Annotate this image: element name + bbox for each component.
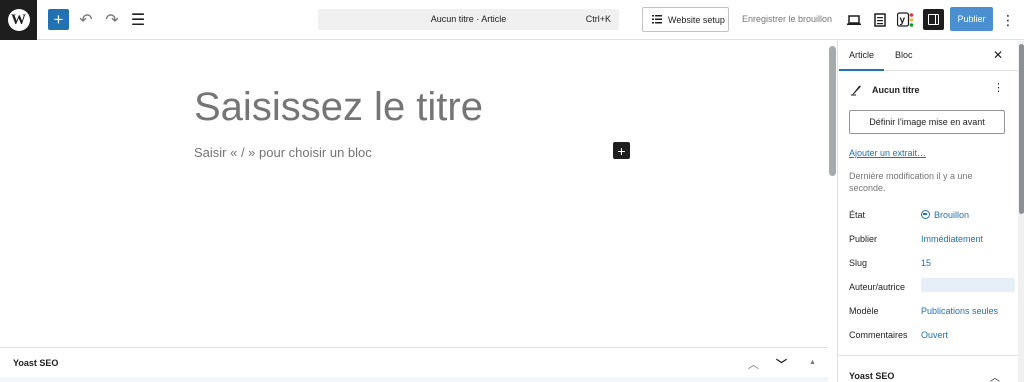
- wordpress-logo-letter: W: [7, 9, 30, 31]
- save-draft-button[interactable]: Enregistrer le brouillon: [742, 14, 832, 24]
- inline-inserter-button[interactable]: +: [613, 142, 630, 159]
- svg-text:y: y: [900, 15, 906, 26]
- author-label: Auteur/autrice: [849, 282, 906, 292]
- toggle-panel-icon[interactable]: ▲: [809, 359, 816, 366]
- yoast-panel-title: Yoast SEO: [849, 371, 895, 381]
- tab-article[interactable]: Article: [838, 50, 885, 71]
- slug-label: Slug: [849, 258, 868, 268]
- editor-scrollbar[interactable]: [829, 46, 836, 176]
- chevron-up-icon[interactable]: ︿: [990, 369, 1000, 382]
- post-title-input[interactable]: Saisissez le titre: [194, 85, 483, 130]
- draft-status-icon: [921, 210, 930, 219]
- yoast-sidebar-panel[interactable]: Yoast SEO ︿: [838, 355, 1018, 382]
- document-summary: Aucun titre: [850, 84, 920, 96]
- yoast-meta-box-header[interactable]: Yoast SEO ︿ ﹀ ▲: [0, 347, 828, 382]
- redo-icon[interactable]: ↷: [102, 10, 122, 30]
- command-shortcut: Ctrl+K: [585, 14, 611, 24]
- publish-button[interactable]: Publier: [950, 7, 993, 31]
- author-value-redacted[interactable]: [921, 278, 1015, 292]
- command-palette-bar[interactable]: Aucun titre · Article Ctrl+K: [318, 9, 619, 30]
- meta-box-content-strip: [0, 377, 828, 382]
- tab-block[interactable]: Bloc: [895, 50, 913, 60]
- wordpress-logo-icon[interactable]: W: [0, 0, 37, 40]
- sidebar-scrollbar[interactable]: [1018, 41, 1024, 382]
- settings-sidebar: Article Bloc ✕ Aucun titre ⋮ Définir l’i…: [837, 41, 1024, 382]
- publish-date-value[interactable]: Immédiatement: [921, 234, 983, 244]
- default-block-appender[interactable]: Saisir « / » pour choisir un bloc: [194, 145, 372, 160]
- sidebar-scrollbar-thumb[interactable]: [1019, 44, 1024, 214]
- yoast-meta-box-title: Yoast SEO: [13, 358, 59, 368]
- publish-label: Publier: [849, 234, 878, 244]
- settings-sidebar-toggle-icon[interactable]: [923, 9, 944, 30]
- status-value-text: Brouillon: [934, 210, 970, 220]
- list-view-icon[interactable]: ☰: [128, 10, 148, 30]
- document-title: Aucun titre: [872, 85, 920, 95]
- website-setup-label: Website setup: [668, 14, 725, 25]
- move-up-icon[interactable]: ︿: [748, 356, 759, 372]
- yoast-icon[interactable]: y: [896, 10, 916, 30]
- document-title-display: Aucun titre · Article: [430, 14, 507, 24]
- options-more-icon[interactable]: ⋮: [998, 10, 1018, 30]
- last-modified-text: Dernière modification il y a une seconde…: [849, 171, 973, 193]
- slug-value[interactable]: 15: [921, 258, 931, 268]
- post-quill-icon: [851, 85, 861, 96]
- sidebar-tabs: Article Bloc ✕: [838, 41, 1018, 71]
- template-label: Modèle: [849, 306, 879, 316]
- editor-canvas[interactable]: Saisissez le titre Saisir « / » pour cho…: [0, 41, 828, 347]
- add-excerpt-link[interactable]: Ajouter un extrait…: [849, 148, 926, 158]
- template-value[interactable]: Publications seules: [921, 306, 998, 316]
- close-icon[interactable]: ✕: [993, 48, 1003, 62]
- status-value[interactable]: Brouillon: [921, 210, 969, 220]
- post-details-icon[interactable]: [870, 10, 890, 30]
- checklist-icon: [652, 15, 662, 24]
- comments-label: Commentaires: [849, 330, 908, 340]
- document-actions-icon[interactable]: ⋮: [993, 81, 1004, 94]
- status-label: État: [849, 210, 866, 220]
- block-inserter-button[interactable]: +: [48, 9, 69, 30]
- editor-header: W + ↶ ↷ ☰ Aucun titre · Article Ctrl+K W…: [0, 0, 1024, 40]
- comments-value[interactable]: Ouvert: [921, 330, 948, 340]
- preview-icon[interactable]: [844, 10, 864, 30]
- set-featured-image-button[interactable]: Définir l’image mise en avant: [849, 110, 1005, 134]
- move-down-icon[interactable]: ﹀: [776, 356, 787, 372]
- undo-icon[interactable]: ↶: [76, 10, 96, 30]
- website-setup-button[interactable]: Website setup: [642, 7, 729, 32]
